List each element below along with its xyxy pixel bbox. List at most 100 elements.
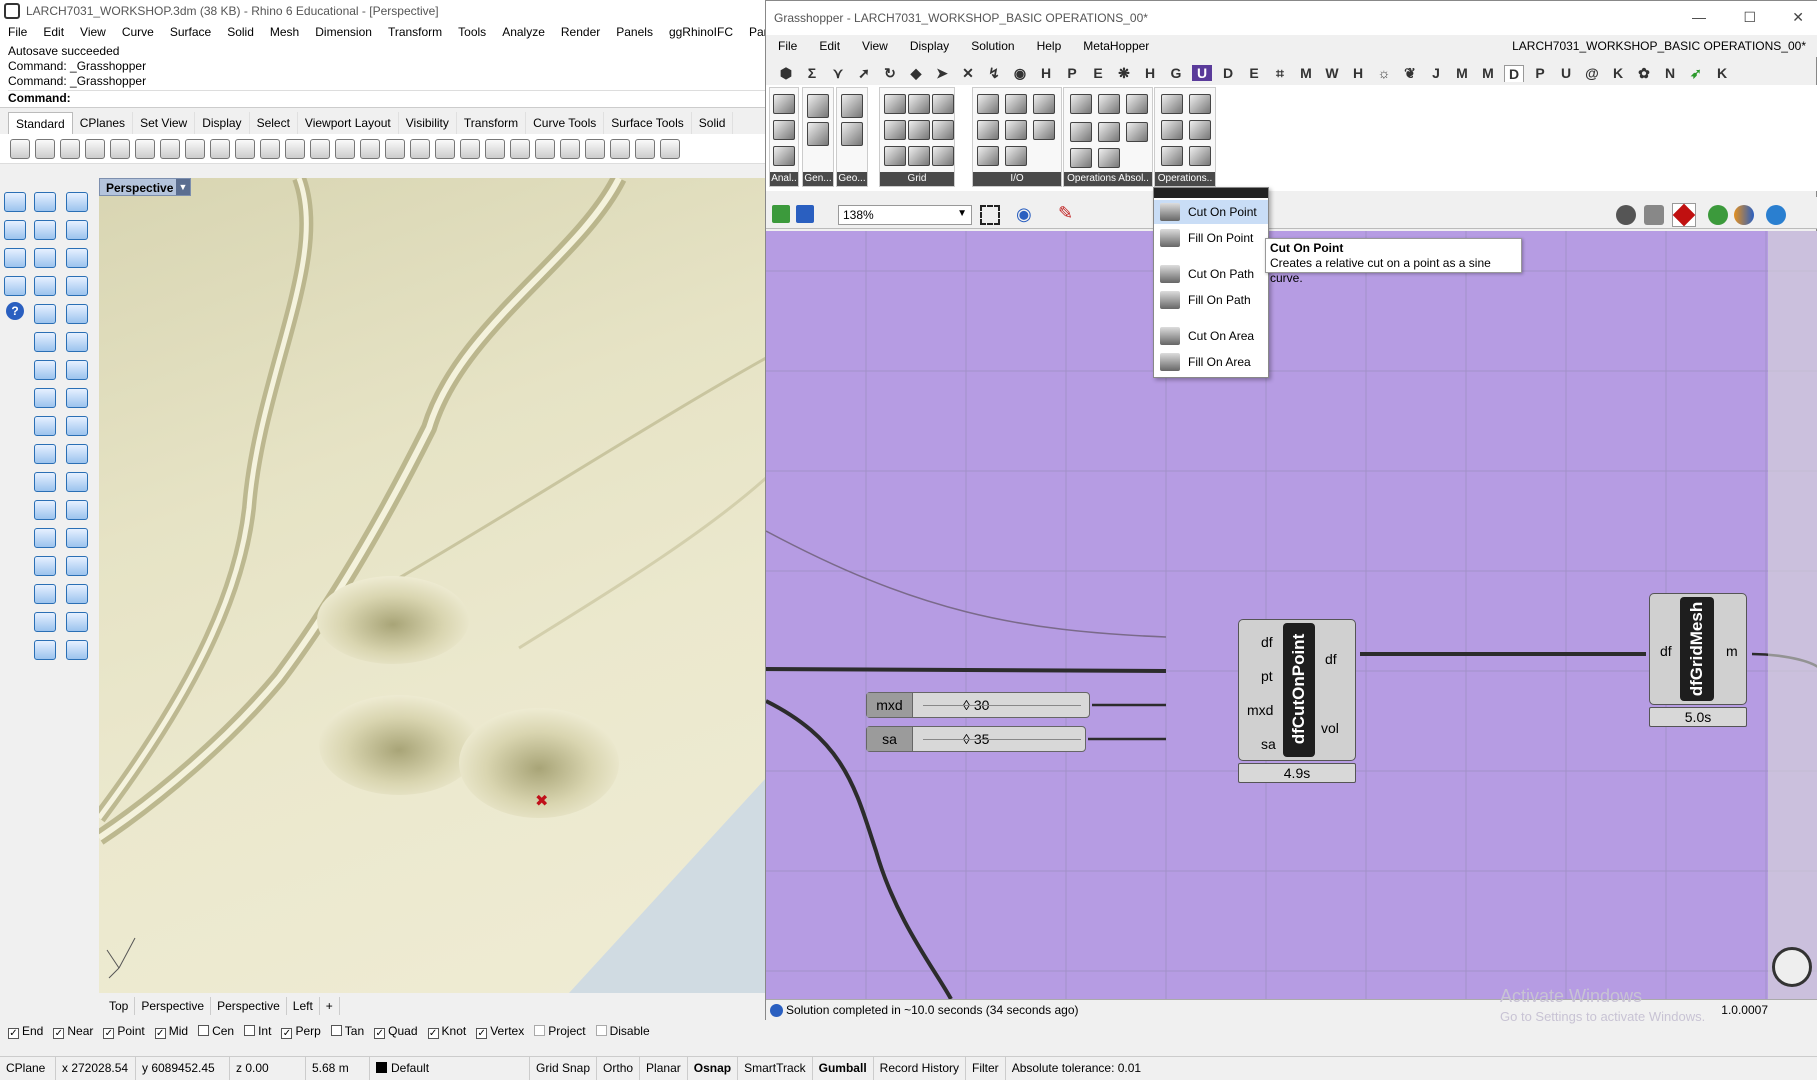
group-operations[interactable]: Operations.. bbox=[1154, 87, 1216, 187]
zoom-extents-icon[interactable] bbox=[980, 205, 1000, 225]
tab-m2[interactable]: M bbox=[1452, 65, 1472, 81]
tab-h3[interactable]: H bbox=[1348, 65, 1368, 81]
polygon-icon[interactable] bbox=[34, 276, 56, 296]
zoom-window-icon[interactable] bbox=[310, 138, 330, 159]
checkbox-perp[interactable]: ✓ bbox=[281, 1027, 293, 1039]
tab-transform[interactable]: Transform bbox=[457, 112, 527, 134]
named-view-icon[interactable] bbox=[485, 138, 505, 159]
tab-e2[interactable]: E bbox=[1244, 65, 1264, 81]
ops-rel-component-icon[interactable] bbox=[1161, 94, 1183, 114]
grid-component-icon[interactable] bbox=[932, 120, 954, 140]
navigation-compass-icon[interactable] bbox=[1772, 947, 1812, 987]
checkbox-tan[interactable] bbox=[330, 1025, 342, 1036]
io-component-icon[interactable] bbox=[977, 94, 999, 114]
shaded-mode-icon[interactable] bbox=[1672, 203, 1696, 227]
checkbox-point[interactable]: ✓ bbox=[103, 1027, 115, 1039]
render-icon[interactable] bbox=[66, 640, 88, 660]
tab-m[interactable]: M bbox=[1296, 65, 1316, 81]
tab-d[interactable]: D bbox=[1218, 65, 1238, 81]
leaf-tab-icon[interactable]: ❦ bbox=[1400, 65, 1420, 82]
analyze-icon[interactable] bbox=[34, 640, 56, 660]
tab-k2[interactable]: K bbox=[1712, 65, 1732, 81]
group-io[interactable]: I/O bbox=[972, 87, 1062, 187]
record-history-toggle[interactable]: Record History bbox=[874, 1056, 967, 1080]
osnap-project[interactable]: Project bbox=[534, 1024, 586, 1038]
pan-hand-icon[interactable] bbox=[235, 138, 255, 159]
perspective-viewport[interactable]: ✖ bbox=[99, 178, 766, 993]
help-icon[interactable]: ? bbox=[6, 302, 24, 320]
close-icon[interactable]: ✕ bbox=[1792, 9, 1804, 26]
dfgridmesh-component[interactable]: df dfGridMesh m bbox=[1649, 593, 1747, 705]
grid-component-icon[interactable] bbox=[932, 94, 954, 114]
slider-mxd[interactable]: mxd ◊ 30 bbox=[866, 692, 1090, 718]
ops-rel-component-icon[interactable] bbox=[1189, 120, 1211, 140]
cplane-icon[interactable] bbox=[510, 138, 530, 159]
menu-ggrhinoifc[interactable]: ggRhinoIFC bbox=[661, 22, 741, 42]
sketch-pen-icon[interactable]: ✎ bbox=[1058, 203, 1073, 224]
select-icon[interactable] bbox=[4, 192, 26, 212]
menu-item-fill-on-path[interactable]: Fill On Path bbox=[1154, 288, 1268, 312]
surface-points-icon[interactable] bbox=[34, 332, 56, 352]
menu-curve[interactable]: Curve bbox=[114, 22, 162, 42]
output-port-vol[interactable]: vol bbox=[1321, 720, 1339, 736]
menu-surface[interactable]: Surface bbox=[162, 22, 219, 42]
gh-menu-view[interactable]: View bbox=[850, 35, 898, 57]
menu-item-cut-on-path[interactable]: Cut On Path bbox=[1154, 262, 1268, 286]
cylinder-icon[interactable] bbox=[34, 388, 56, 408]
current-layer[interactable]: Default bbox=[370, 1056, 530, 1080]
osnap-point[interactable]: ✓ Point bbox=[103, 1024, 145, 1039]
grid-array-icon[interactable] bbox=[34, 612, 56, 632]
display-tab-icon[interactable]: ◉ bbox=[1010, 65, 1030, 82]
checkbox-knot[interactable]: ✓ bbox=[427, 1027, 439, 1039]
group-operations-absolute[interactable]: Operations Absol.. bbox=[1063, 87, 1153, 187]
ladybug-tab-icon[interactable]: ⌗ bbox=[1270, 65, 1290, 82]
checkbox-quad[interactable]: ✓ bbox=[374, 1027, 386, 1039]
asc-component-icon[interactable] bbox=[1005, 146, 1027, 166]
viewport-tab-perspective-2[interactable]: Perspective bbox=[211, 997, 287, 1015]
material-sphere-icon[interactable] bbox=[660, 138, 680, 159]
copy-icon[interactable] bbox=[160, 138, 180, 159]
maximize-icon[interactable]: ☐ bbox=[1743, 9, 1756, 26]
ops-rel-component-icon[interactable] bbox=[1189, 94, 1211, 114]
menu-edit[interactable]: Edit bbox=[35, 22, 72, 42]
group-generate[interactable]: Gen... bbox=[802, 87, 834, 187]
viewport-title[interactable]: Perspective ▼ bbox=[99, 178, 191, 196]
tab-standard[interactable]: Standard bbox=[8, 112, 73, 134]
curve-tools-icon[interactable] bbox=[4, 248, 26, 268]
analysis-component-icon[interactable] bbox=[773, 94, 795, 114]
dimension-icon[interactable] bbox=[66, 528, 88, 548]
ortho-toggle[interactable]: Ortho bbox=[597, 1056, 641, 1080]
preview-color-icon[interactable] bbox=[1734, 205, 1754, 225]
planar-toggle[interactable]: Planar bbox=[640, 1056, 688, 1080]
sets-tab-icon[interactable]: ⋎ bbox=[828, 65, 848, 82]
viewport-layout-icon[interactable] bbox=[435, 138, 455, 159]
cplane-label[interactable]: CPlane bbox=[0, 1056, 56, 1080]
tab-curve-tools[interactable]: Curve Tools bbox=[526, 112, 605, 134]
osnap-near[interactable]: ✓ Near bbox=[53, 1024, 93, 1039]
tab-u[interactable]: U bbox=[1556, 65, 1576, 81]
mesh-plane-icon[interactable] bbox=[66, 388, 88, 408]
input-port-df[interactable]: df bbox=[1660, 643, 1672, 659]
tab-surface-tools[interactable]: Surface Tools bbox=[604, 112, 692, 134]
globe-icon[interactable] bbox=[1766, 205, 1786, 225]
ops-rel-component-icon[interactable] bbox=[1161, 146, 1183, 166]
menu-item-cut-on-area[interactable]: Cut On Area bbox=[1154, 324, 1268, 348]
tab-solid[interactable]: Solid bbox=[692, 112, 734, 134]
df-component-icon[interactable] bbox=[977, 146, 999, 166]
green-tab-icon[interactable]: ➶ bbox=[1686, 65, 1706, 82]
rotate-view-icon[interactable] bbox=[410, 138, 430, 159]
osnap-quad[interactable]: ✓ Quad bbox=[374, 1024, 418, 1039]
car-icon[interactable] bbox=[460, 138, 480, 159]
zoom-extents-icon[interactable] bbox=[335, 138, 355, 159]
group-icon[interactable] bbox=[34, 472, 56, 492]
ungroup-icon[interactable] bbox=[66, 472, 88, 492]
smarttrack-toggle[interactable]: SmartTrack bbox=[738, 1056, 813, 1080]
tab-k[interactable]: K bbox=[1608, 65, 1628, 81]
menu-paneling-tools[interactable]: Paneling To bbox=[741, 22, 765, 42]
ops-component-icon[interactable] bbox=[1070, 122, 1092, 142]
wireframe-mode-icon[interactable] bbox=[1644, 205, 1664, 225]
grid-component-icon[interactable] bbox=[932, 146, 954, 166]
point-icon[interactable] bbox=[66, 192, 88, 212]
analysis-component-icon[interactable] bbox=[773, 146, 795, 166]
tab-h2[interactable]: H bbox=[1140, 65, 1160, 81]
